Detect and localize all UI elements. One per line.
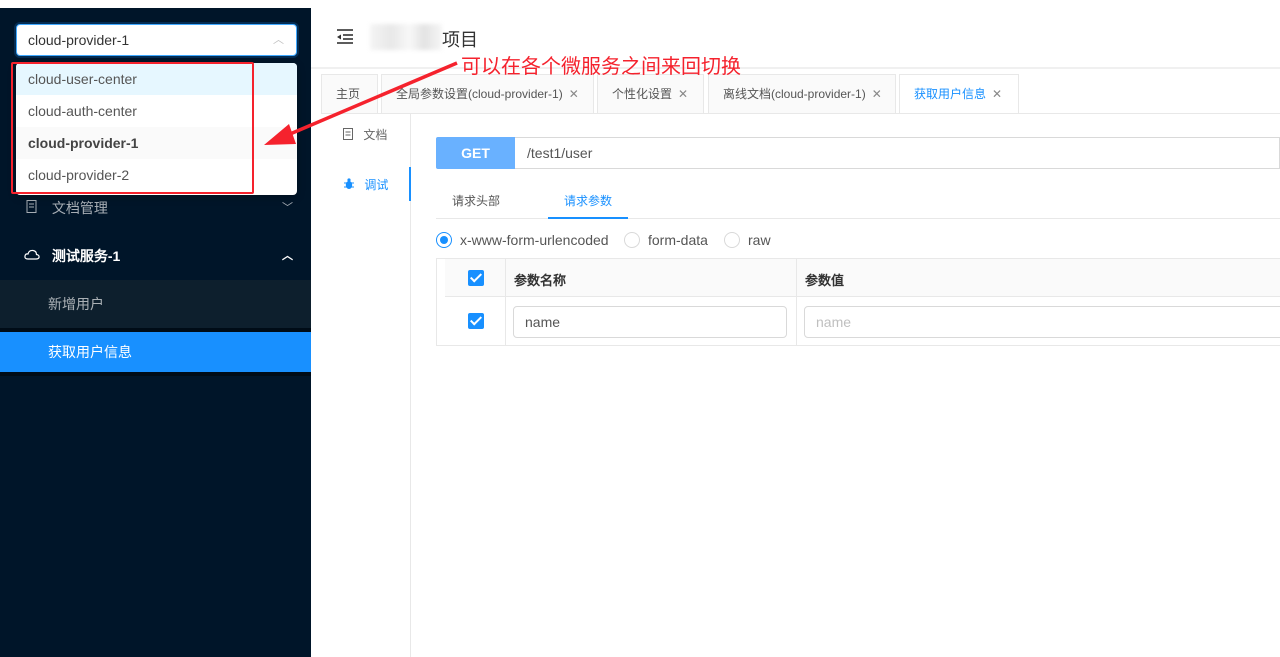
rail-doc[interactable]: 文档 — [343, 126, 387, 143]
bug-icon — [343, 178, 364, 192]
menu-fold-icon[interactable] — [335, 26, 355, 46]
service-option-auth-center[interactable]: cloud-auth-center — [16, 95, 297, 127]
radio-form-data[interactable]: form-data — [624, 232, 708, 248]
radio-raw-label: raw — [748, 232, 771, 248]
header-divider — [311, 67, 1280, 69]
menu-test-service[interactable]: 测试服务-1 ︿ — [0, 232, 311, 280]
menu-doc-manage-label: 文档管理 — [51, 200, 108, 216]
sidebar-top-strip — [0, 0, 311, 8]
select-all-checkbox[interactable] — [468, 270, 484, 286]
close-icon[interactable]: ✕ — [569, 87, 579, 101]
tab-offline-docs-label: 离线文档(cloud-provider-1) — [723, 87, 866, 101]
method-badge[interactable]: GET — [436, 137, 515, 169]
tab-home-label: 主页 — [336, 87, 361, 101]
menu-item-get-user-info[interactable]: 获取用户信息 — [0, 332, 311, 372]
tab-get-user-info[interactable]: 获取用户信息 ✕ — [899, 74, 1019, 114]
page-title: 项目 — [442, 30, 478, 50]
rail-active-indicator — [409, 167, 411, 201]
tab-personal-settings[interactable]: 个性化设置 ✕ — [597, 74, 704, 114]
service-option-user-center[interactable]: cloud-user-center — [16, 63, 297, 95]
radio-raw[interactable]: raw — [724, 232, 771, 248]
sidebar: cloud-provider-1 ︿ cloud-user-center clo… — [0, 0, 311, 657]
annotation-text: 可以在各个微服务之间来回切换 — [461, 56, 741, 78]
radio-urlencoded[interactable]: x-www-form-urlencoded — [436, 232, 609, 248]
radio-dot — [724, 232, 740, 248]
rail-doc-label: 文档 — [363, 128, 388, 142]
tab-personal-settings-label: 个性化设置 — [612, 87, 673, 101]
menu-item-add-user[interactable]: 新增用户 — [0, 280, 311, 328]
url-field[interactable]: /test1/user — [515, 137, 1280, 169]
radio-dot — [436, 232, 452, 248]
subtab-ink-bar — [548, 217, 628, 219]
close-icon[interactable]: ✕ — [872, 87, 882, 101]
tab-offline-docs[interactable]: 离线文档(cloud-provider-1) ✕ — [708, 74, 896, 114]
subtab-params[interactable]: 请求参数 — [564, 192, 612, 209]
column-divider — [796, 259, 797, 346]
tab-bar-border — [321, 113, 1280, 114]
service-option-provider-1[interactable]: cloud-provider-1 — [16, 127, 297, 159]
chevron-up-icon: ︿ — [273, 34, 284, 46]
radio-dot — [624, 232, 640, 248]
doc-debug-rail: 文档 调试 — [321, 114, 411, 657]
rail-debug[interactable]: 调试 — [343, 176, 388, 193]
rail-debug-label: 调试 — [364, 178, 389, 192]
subtab-headers[interactable]: 请求头部 — [452, 192, 500, 209]
menu-test-service-label: 测试服务-1 — [51, 248, 121, 264]
redacted-project-name — [370, 24, 442, 50]
params-table: 参数名称 参数值 name name — [436, 258, 1280, 346]
close-icon[interactable]: ✕ — [678, 87, 688, 101]
chevron-up-icon: ︿ — [282, 250, 293, 262]
tab-global-params-label: 全局参数设置(cloud-provider-1) — [396, 87, 563, 101]
params-table-header — [445, 259, 1280, 297]
tab-get-user-info-label: 获取用户信息 — [914, 87, 987, 101]
service-select[interactable]: cloud-provider-1 ︿ — [16, 24, 297, 56]
close-icon[interactable]: ✕ — [992, 87, 1002, 101]
service-option-provider-2[interactable]: cloud-provider-2 — [16, 159, 297, 191]
column-divider — [505, 259, 506, 346]
param-name-input[interactable]: name — [513, 306, 787, 338]
radio-form-data-label: form-data — [648, 232, 708, 248]
tab-home[interactable]: 主页 — [321, 74, 378, 114]
param-value-input[interactable]: name — [804, 306, 1280, 338]
column-header-param-name: 参数名称 — [514, 273, 567, 288]
row-checkbox[interactable] — [468, 313, 484, 329]
tab-global-params[interactable]: 全局参数设置(cloud-provider-1) ✕ — [381, 74, 594, 114]
radio-urlencoded-label: x-www-form-urlencoded — [460, 232, 609, 248]
cloud-icon — [24, 233, 40, 281]
service-select-value: cloud-provider-1 — [28, 32, 130, 48]
service-dropdown: cloud-user-center cloud-auth-center clou… — [16, 63, 297, 195]
file-text-icon — [343, 128, 363, 142]
column-header-param-value: 参数值 — [805, 273, 845, 288]
